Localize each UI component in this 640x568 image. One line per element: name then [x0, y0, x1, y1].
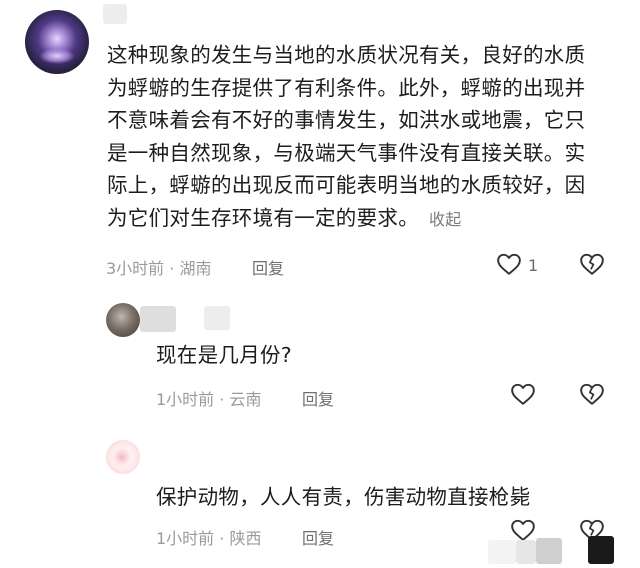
comment-meta: 1小时前 · 陕西: [156, 529, 262, 548]
heart-outline-icon[interactable]: [496, 252, 522, 276]
like-count: 1: [528, 256, 539, 275]
username-redacted: [103, 4, 127, 24]
watermark-block: [588, 536, 614, 564]
heart-outline-icon[interactable]: [510, 382, 536, 406]
broken-heart-icon[interactable]: [579, 382, 605, 406]
comment-body: 这种现象的发生与当地的水质状况有关，良好的水质 为蜉蝣的生存提供了有利条件。此外…: [107, 43, 586, 230]
broken-heart-icon[interactable]: [579, 252, 605, 276]
watermark-block: [488, 540, 516, 564]
user-avatar[interactable]: [106, 303, 140, 337]
reply-button[interactable]: 回复: [302, 525, 334, 549]
user-avatar[interactable]: [106, 440, 140, 474]
reply-button[interactable]: 回复: [302, 386, 334, 410]
heart-outline-icon[interactable]: [510, 518, 536, 542]
user-avatar[interactable]: [25, 10, 89, 74]
watermark-block: [536, 538, 562, 564]
reply-button[interactable]: 回复: [252, 255, 284, 279]
comment-text: 现在是几月份?: [156, 343, 292, 367]
comment-meta: 3小时前 · 湖南: [106, 259, 212, 278]
comment-text: 这种现象的发生与当地的水质状况有关，良好的水质 为蜉蝣的生存提供了有利条件。此外…: [107, 39, 627, 236]
comment-text: 保护动物，人人有责，伤害动物直接枪毙: [156, 485, 531, 509]
username-redacted: [140, 306, 176, 332]
collapse-link[interactable]: 收起: [429, 210, 462, 229]
username-redacted: [204, 306, 230, 330]
comment-meta: 1小时前 · 云南: [156, 390, 262, 409]
watermark-block: [516, 540, 536, 564]
